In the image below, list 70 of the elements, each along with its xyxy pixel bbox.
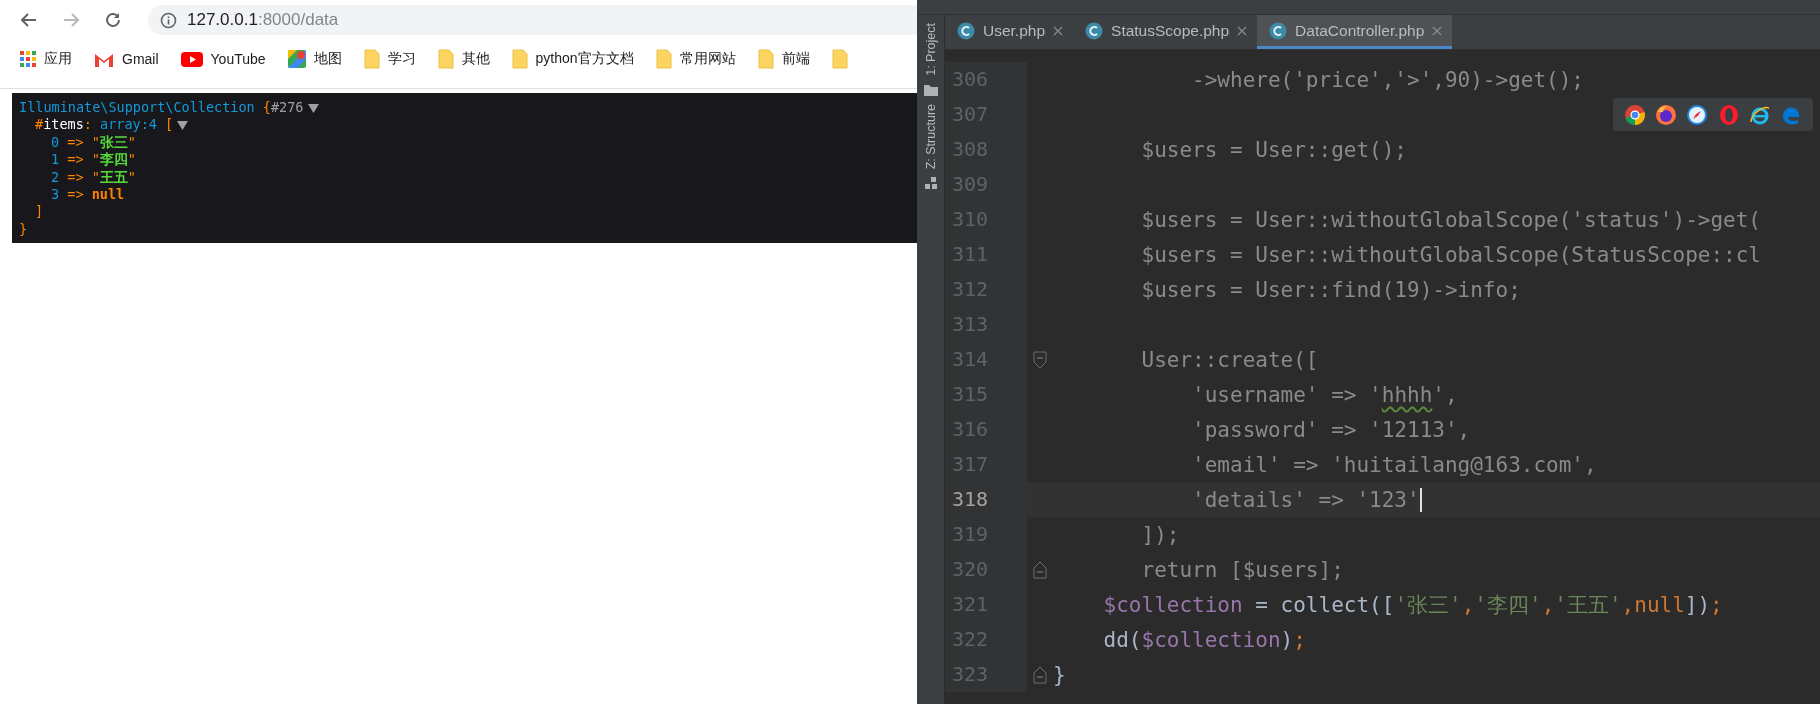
toggle-icon[interactable]	[307, 102, 319, 113]
envelope-icon	[94, 51, 114, 67]
bookmark-link[interactable]: 其他	[437, 49, 490, 69]
code-line: }	[1053, 662, 1066, 687]
dump-line: 0 => "张三"	[51, 133, 136, 152]
toggle-icon[interactable]	[177, 120, 189, 131]
folder-icon	[923, 83, 938, 96]
map-pin-icon	[287, 50, 306, 68]
close-icon[interactable]	[1432, 25, 1443, 36]
tool-window-button[interactable]: Z: Structure	[923, 103, 938, 170]
folder-icon	[363, 49, 380, 69]
tool-window-button[interactable]: 1: Project	[923, 23, 938, 76]
code-line: $users = User::get();	[1140, 137, 1407, 162]
bookmark-link[interactable]: 地图	[287, 50, 342, 68]
code-line: $collection = collect(['张三','李四','王五',null]);	[1102, 591, 1723, 619]
bookmark-link[interactable]: Gmail	[94, 51, 159, 67]
close-icon[interactable]	[1053, 25, 1064, 36]
bookmark-link[interactable]: 常用网站	[655, 49, 736, 69]
class-icon	[957, 21, 975, 40]
code-line: 'username' => 'hhhh',	[1191, 382, 1458, 407]
class-icon	[1085, 21, 1104, 40]
bookmark-link[interactable]: 学习	[363, 49, 416, 69]
code-line: 'password' => '12113',	[1191, 417, 1471, 442]
url-text: 127.0.0.1:8000/data	[187, 10, 339, 30]
folder-icon	[757, 49, 774, 69]
structure-icon	[924, 177, 937, 190]
folder-icon	[437, 49, 454, 69]
bookmark-link[interactable]: 应用	[20, 50, 72, 68]
dump-line: }	[19, 220, 28, 239]
dump-line: 2 => "王五"	[51, 168, 136, 187]
dump-line: #items: array:4 [	[35, 116, 174, 134]
address-bar[interactable]: 127.0.0.1:8000/data	[148, 5, 917, 35]
fold-marker-icon[interactable]	[1033, 350, 1047, 369]
bookmark-link[interactable]: YouTube	[180, 51, 266, 67]
code-line: $users = User::withoutGlobalScope(StatusScope::cl	[1140, 242, 1761, 267]
text-caret	[1419, 487, 1422, 512]
browser-icon[interactable]	[1623, 103, 1646, 126]
forward-arrow-icon	[62, 11, 80, 29]
code-line: $users = User::find(19)->info;	[1140, 277, 1521, 302]
browser-icon[interactable]	[1686, 103, 1709, 126]
dump-line: ]	[35, 203, 44, 221]
back-arrow-icon	[20, 11, 38, 29]
apps-grid-icon	[20, 51, 36, 67]
bookmark-link[interactable]: 前端	[757, 49, 810, 69]
dump-line: 1 => "李四"	[51, 151, 136, 169]
file-tab[interactable]: DataController.php	[1257, 15, 1453, 49]
dump-line: Illuminate\Support\Collection {#276	[19, 99, 304, 117]
code-line: User::create([	[1140, 347, 1319, 372]
dump-line: 3 => null	[51, 186, 125, 204]
folder-icon	[831, 49, 848, 69]
play-icon	[180, 51, 203, 67]
file-tab[interactable]: User.php	[945, 15, 1074, 49]
reload-icon	[104, 11, 122, 29]
file-tab[interactable]: StatusScope.php	[1073, 15, 1258, 49]
code-line: 'email' => 'huitailang@163.com',	[1191, 452, 1597, 477]
close-icon[interactable]	[1237, 25, 1248, 36]
folder-icon	[655, 49, 672, 69]
fold-marker-icon[interactable]	[1033, 560, 1047, 579]
class-icon	[1269, 21, 1288, 40]
code-line: return [$users];	[1140, 557, 1344, 582]
folder-icon	[511, 49, 528, 69]
code-line: ->where('price','>',90)->get();	[1191, 67, 1584, 92]
info-icon[interactable]	[160, 11, 177, 29]
fold-marker-icon[interactable]	[1033, 665, 1047, 684]
browser-icon[interactable]	[1655, 103, 1677, 126]
code-line: dd($collection);	[1102, 627, 1306, 652]
code-line: 'details' => '123'	[1191, 487, 1420, 512]
code-line: $users = User::withoutGlobalScope('status')->get(	[1140, 207, 1761, 232]
code-line: ]);	[1140, 522, 1180, 547]
bookmark-link[interactable]: python官方文档	[511, 49, 634, 69]
